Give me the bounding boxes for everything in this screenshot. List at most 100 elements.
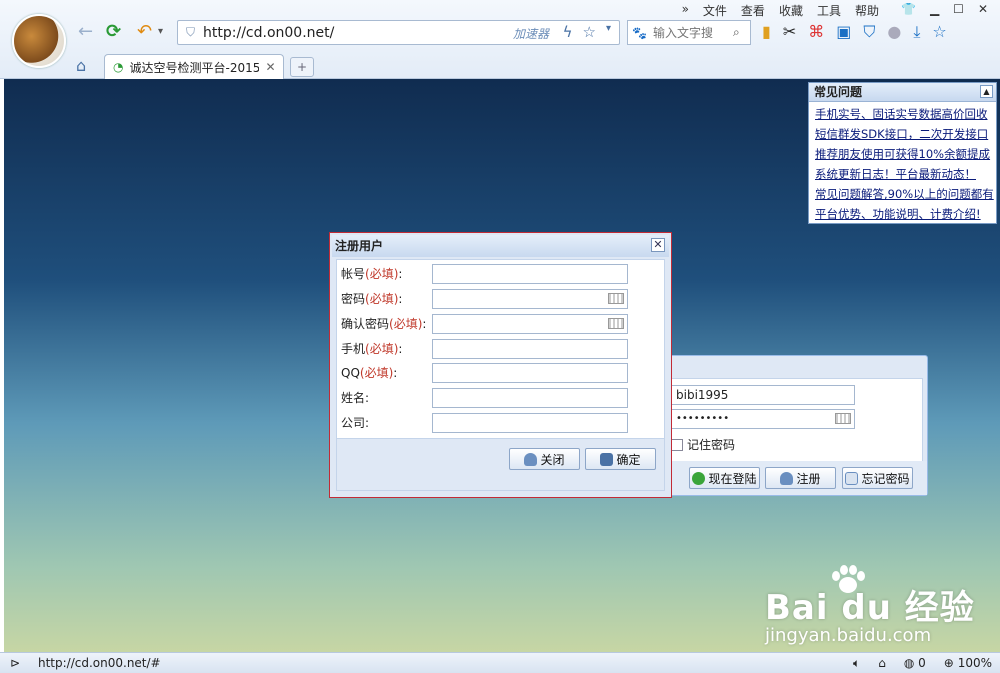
skin-icon[interactable]: 👕 [901,2,916,19]
volume-icon[interactable]: 🔈︎ [853,656,860,671]
close-window-button[interactable]: ✕ [978,2,988,19]
zoom-control[interactable]: ⊕ 100% [944,656,992,670]
dialog-ok-button[interactable]: 确定 [585,448,656,470]
keyboard-icon[interactable] [608,318,624,329]
counter[interactable]: ◍ 0 [904,656,926,670]
dialog-title-text: 注册用户 [335,239,384,253]
keyboard-icon[interactable] [608,293,624,304]
status-right: 🔈︎ ⌂ ◍ 0 ⊕ 100% [853,656,992,671]
refresh-icon[interactable]: ⟳ [106,22,121,42]
undo-icon[interactable]: ↶ [137,22,152,42]
login-panel: bibi1995 ••••••••• 记住密码 现在登陆 注册 忘记密码 [662,355,928,496]
dropdown-icon[interactable]: ▾ [606,23,611,41]
remember-label: 记住密码 [687,438,736,452]
phone-label: 手机(必填): [341,342,403,356]
menu-favorites[interactable]: 收藏 [779,2,803,19]
lightning-icon[interactable]: ϟ [563,23,573,41]
adblock-icon: ◍ [903,656,915,670]
phone-input[interactable] [432,339,628,359]
faq-link[interactable]: 平台优势、功能说明、计费介绍! [815,204,996,224]
name-label: 姓名: [341,391,370,405]
register-button-label: 注册 [796,471,821,486]
faq-link[interactable]: 手机实号、固话实号数据高价回收 [815,104,996,124]
shield-extension-icon[interactable]: ⛉ [863,22,875,42]
search-input[interactable] [652,25,733,40]
close-tab-icon[interactable]: ✕ [265,60,275,74]
remember-row: 记住密码 [671,436,735,453]
search-box[interactable]: 🐾 ⌕ [627,20,751,45]
forgot-password-button[interactable]: 忘记密码 [842,467,913,489]
user-icon [524,452,538,466]
company-input[interactable] [432,413,628,433]
account-label: 帐号(必填): [341,267,403,281]
status-bar: ⊳ http://cd.on00.net/# 🔈︎ ⌂ ◍ 0 ⊕ 100% [0,652,1000,673]
maximize-button[interactable]: ☐ [953,2,964,19]
save-icon [600,452,614,466]
accelerator-label[interactable]: 加速器 [513,25,549,42]
name-input[interactable] [432,388,628,408]
back-icon[interactable]: ← [78,22,93,42]
faq-header: 常见问题 ▲ [809,83,996,102]
login-button-label: 现在登陆 [708,471,757,486]
faq-link[interactable]: 推荐朋友使用可获得10%余额提成 [815,144,996,164]
faq-panel: 常见问题 ▲ 手机实号、固话实号数据高价回收 短信群发SDK接口，二次开发接口 … [808,82,997,224]
baidu-watermark: Bai du 经验 jingyan.baidu.com [765,580,975,646]
top-menu: » 文件 查看 收藏 工具 帮助 👕 ▁ ☐ ✕ [682,2,988,19]
username-field[interactable]: bibi1995 [671,385,855,405]
chevron-down-icon[interactable]: ▾ [158,22,163,42]
favorite-star-icon[interactable]: ☆ [932,22,946,42]
address-tools: ϟ ☆ ▾ [563,23,611,41]
account-input[interactable] [432,264,628,284]
find-icon[interactable]: ▣ [836,22,851,42]
shield-icon: ⛉ [186,25,196,39]
remember-checkbox[interactable] [671,438,683,451]
close-icon[interactable]: ✕ [651,238,665,252]
collapse-icon[interactable]: ▲ [980,85,993,98]
bookmark-icon[interactable]: ▮ [762,22,771,42]
login-button[interactable]: 现在登陆 [689,467,760,489]
more-icon[interactable]: » [682,2,689,19]
confirm-password-label: 确认密码(必填): [341,317,427,331]
menu-tools[interactable]: 工具 [817,2,841,19]
password-mask: ••••••••• [676,413,730,424]
minimize-button[interactable]: ▁ [930,2,939,19]
menu-view[interactable]: 查看 [741,2,765,19]
dialog-footer: 关闭 确定 [336,439,665,491]
menu-file[interactable]: 文件 [703,2,727,19]
password-label: 密码(必填): [341,292,403,306]
paw-icon: 🐾 [632,25,647,40]
check-icon [692,471,706,485]
address-url[interactable]: http://cd.on00.net/ [203,25,334,41]
share-icon[interactable]: ⌂ [878,656,886,670]
chat-icon[interactable]: ● [887,22,901,42]
register-button[interactable]: 注册 [765,467,836,489]
site-favicon-icon: ◔ [113,60,124,74]
star-icon[interactable]: ☆ [583,23,596,41]
qq-label: QQ(必填): [341,366,398,380]
new-tab-button[interactable]: + [290,57,314,77]
faq-link[interactable]: 常见问题解答,90%以上的问题都有 [815,184,996,204]
download-icon[interactable]: ⤓ [913,22,920,42]
faq-link[interactable]: 短信群发SDK接口，二次开发接口 [815,124,996,144]
address-bar[interactable]: ⛉ http://cd.on00.net/ 加速器 ϟ ☆ ▾ [177,20,620,45]
company-label: 公司: [341,416,370,430]
sidebar-toggle-icon[interactable]: ⊳ [10,656,20,670]
dialog-close-button[interactable]: 关闭 [509,448,580,470]
scissors-icon[interactable]: ✂ [783,22,796,42]
home-icon[interactable]: ⌂ [76,56,86,75]
faq-link[interactable]: 系统更新日志！平台最新动态！ [815,164,996,184]
qq-input[interactable] [432,363,628,383]
keyboard-icon[interactable] [835,413,851,424]
password-field[interactable]: ••••••••• [671,409,855,429]
search-icon[interactable]: ⌕ [733,25,740,40]
confirm-password-input[interactable] [432,314,628,334]
menu-help[interactable]: 帮助 [855,2,879,19]
password-input[interactable] [432,289,628,309]
zoom-value: 100% [957,656,992,670]
translate-icon[interactable]: ⌘ [808,22,824,42]
tab-active[interactable]: ◔ 诚达空号检测平台-2015 ✕ [104,54,284,79]
faq-list: 手机实号、固话实号数据高价回收 短信群发SDK接口，二次开发接口 推荐朋友使用可… [809,102,996,224]
dialog-title: 注册用户 [332,235,669,257]
dialog-close-label: 关闭 [540,452,565,467]
status-url: http://cd.on00.net/# [38,656,161,670]
